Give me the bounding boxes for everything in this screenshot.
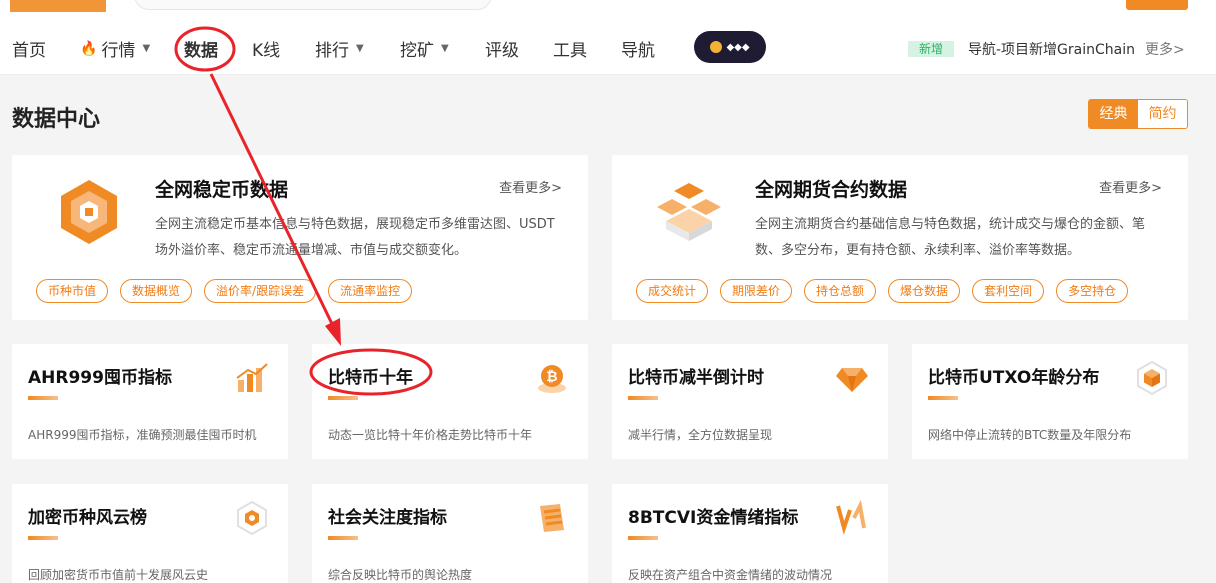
feature-description: 全网主流期货合约基础信息与特色数据，统计成交与爆仓的金额、笔数、多空分布，更有持… [755, 217, 1146, 258]
card-bitcoin-ten-years[interactable]: 比特币十年 ₿ 动态一览比特十年价格走势比特币十年 [312, 344, 588, 459]
accent-bar [928, 396, 958, 400]
tag-link[interactable]: 多空持仓 [1056, 279, 1129, 303]
card-title: AHR999囤币指标 [28, 368, 172, 388]
tag-link[interactable]: 数据概览 [120, 279, 193, 303]
card-description: 回顾加密货币市值前十发展风云史 [28, 568, 209, 582]
card-title: 比特币减半倒计时 [628, 368, 764, 388]
bitcoin-icon: ₿ [534, 360, 570, 400]
tag-link[interactable]: 套利空间 [972, 279, 1045, 303]
tag-list: 币种市值 数据概览 溢价率/跟踪误差 流通率监控 [36, 279, 413, 303]
card-title: 比特币UTXO年龄分布 [928, 368, 1100, 388]
nav-data[interactable]: 数据 [184, 36, 218, 61]
nav-mining[interactable]: 挖矿 ▼ [400, 36, 449, 61]
nav-label: 挖矿 [400, 41, 434, 61]
nav-tools[interactable]: 工具 [553, 36, 587, 61]
site-logo[interactable] [10, 0, 106, 19]
feature-title: 全网期货合约数据 [755, 179, 908, 201]
svg-text:₿: ₿ [546, 369, 557, 385]
tag-link[interactable]: 溢价率/跟踪误差 [204, 279, 317, 303]
news-new-badge: 新增 [908, 41, 954, 57]
nav-navigation[interactable]: 导航 [621, 36, 655, 61]
diamond-icon [834, 360, 870, 400]
card-utxo-age[interactable]: 比特币UTXO年龄分布 网络中停止流转的BTC数量及年限分布 [912, 344, 1188, 459]
top-bar: 首页 🔥 行情 ▼ 数据 K线 排行 ▼ 挖矿 ▼ 评级 工具 导航 ◆◆◆ 新增 导航… [0, 0, 1216, 75]
card-description: 综合反映比特币的舆论热度 [328, 568, 473, 582]
accent-bar [328, 396, 358, 400]
main-nav: 首页 🔥 行情 ▼ 数据 K线 排行 ▼ 挖矿 ▼ 评级 工具 导航 ◆◆◆ 新增 导航… [0, 28, 1216, 68]
accent-bar [28, 396, 58, 400]
view-more-link[interactable]: 查看更多> [1099, 177, 1162, 196]
card-description: AHR999囤币指标，准确预测最佳囤币时机 [28, 428, 257, 442]
nav-label: 数据 [184, 41, 218, 61]
feature-title: 全网稳定币数据 [155, 179, 289, 201]
annotation-arrow-head [325, 318, 341, 346]
hexagon-badge-icon [234, 500, 270, 540]
accent-bar [628, 536, 658, 540]
accent-bar [628, 396, 658, 400]
nav-home[interactable]: 首页 [12, 36, 46, 61]
card-description: 减半行情，全方位数据呈现 [628, 428, 773, 442]
nav-market[interactable]: 🔥 行情 ▼ [80, 36, 151, 62]
feature-card-futures[interactable]: 全网期货合约数据 查看更多> 全网主流期货合约基础信息与特色数据，统计成交与爆仓… [612, 155, 1188, 320]
tag-link[interactable]: 爆仓数据 [888, 279, 961, 303]
card-ahr999[interactable]: AHR999囤币指标 AHR999囤币指标，准确预测最佳囤币时机 [12, 344, 288, 459]
chevron-down-icon: ▼ [441, 43, 449, 54]
feature-card-stablecoin[interactable]: 全网稳定币数据 查看更多> 全网主流稳定币基本信息与特色数据，展现稳定币多维雷达… [12, 155, 588, 320]
tag-link[interactable]: 币种市值 [36, 279, 109, 303]
card-description: 反映在资产组合中资金情绪的波动情况 [628, 568, 833, 582]
nav-kline[interactable]: K线 [252, 36, 280, 61]
nav-ranking[interactable]: 排行 ▼ [315, 36, 364, 61]
card-title: 8BTCVI资金情绪指标 [628, 508, 799, 528]
nav-label: 导航 [621, 41, 655, 61]
search-input[interactable] [134, 0, 492, 10]
chevron-down-icon: ▼ [142, 43, 151, 54]
fire-icon: 🔥 [80, 40, 98, 57]
accent-bar [328, 536, 358, 540]
logo-icon [10, 0, 106, 12]
feature-description: 全网主流稳定币基本信息与特色数据，展现稳定币多维雷达图、USDT场外溢价率、稳定… [155, 217, 555, 258]
tag-link[interactable]: 成交统计 [636, 279, 709, 303]
card-description: 网络中停止流转的BTC数量及年限分布 [928, 428, 1132, 442]
hexagon-icon [54, 177, 124, 251]
cube-hexagon-icon [1134, 360, 1170, 400]
nav-rating[interactable]: 评级 [485, 36, 519, 61]
classic-view-button[interactable]: 经典 [1089, 100, 1138, 128]
card-coin-ranking[interactable]: 加密币种风云榜 回顾加密货币市值前十发展风云史 [12, 484, 288, 583]
promo-badge-icon: ◆◆◆ [726, 41, 750, 53]
news-ticker-link[interactable]: 导航-项目新增GrainChain [968, 39, 1135, 59]
accent-bar [28, 536, 58, 540]
nav-label: 排行 [315, 41, 349, 61]
tag-link[interactable]: 持仓总额 [804, 279, 877, 303]
tag-link[interactable]: 期限差价 [720, 279, 793, 303]
nav-label: K线 [252, 41, 281, 61]
card-description: 动态一览比特十年价格走势比特币十年 [328, 428, 533, 442]
document-lines-icon [534, 500, 570, 540]
view-toggle: 经典 简约 [1088, 99, 1188, 129]
tag-list: 成交统计 期限差价 持仓总额 爆仓数据 套利空间 多空持仓 [636, 279, 1129, 303]
nav-label: 评级 [485, 41, 519, 61]
stacked-cubes-icon [654, 177, 724, 251]
login-button[interactable] [1126, 0, 1188, 10]
chevron-down-icon: ▼ [356, 43, 364, 54]
card-title: 加密币种风云榜 [28, 508, 147, 528]
page-title: 数据中心 [12, 107, 101, 132]
sentiment-chart-icon [834, 499, 870, 540]
card-halving-countdown[interactable]: 比特币减半倒计时 减半行情，全方位数据呈现 [612, 344, 888, 459]
bar-chart-icon [234, 360, 270, 400]
card-8btcvi[interactable]: 8BTCVI资金情绪指标 反映在资产组合中资金情绪的波动情况 [612, 484, 888, 583]
card-title: 比特币十年 [328, 368, 413, 388]
view-more-link[interactable]: 查看更多> [499, 177, 562, 196]
nav-label: 首页 [12, 41, 46, 61]
promo-badge[interactable]: ◆◆◆ [694, 31, 766, 63]
nav-label: 工具 [553, 41, 587, 61]
nav-label: 行情 [101, 41, 136, 61]
coin-icon [710, 41, 723, 53]
tag-link[interactable]: 流通率监控 [328, 279, 413, 303]
simple-view-button[interactable]: 简约 [1138, 100, 1187, 128]
card-social-attention[interactable]: 社会关注度指标 综合反映比特币的舆论热度 [312, 484, 588, 583]
news-more-link[interactable]: 更多> [1145, 39, 1185, 59]
card-title: 社会关注度指标 [328, 508, 447, 528]
